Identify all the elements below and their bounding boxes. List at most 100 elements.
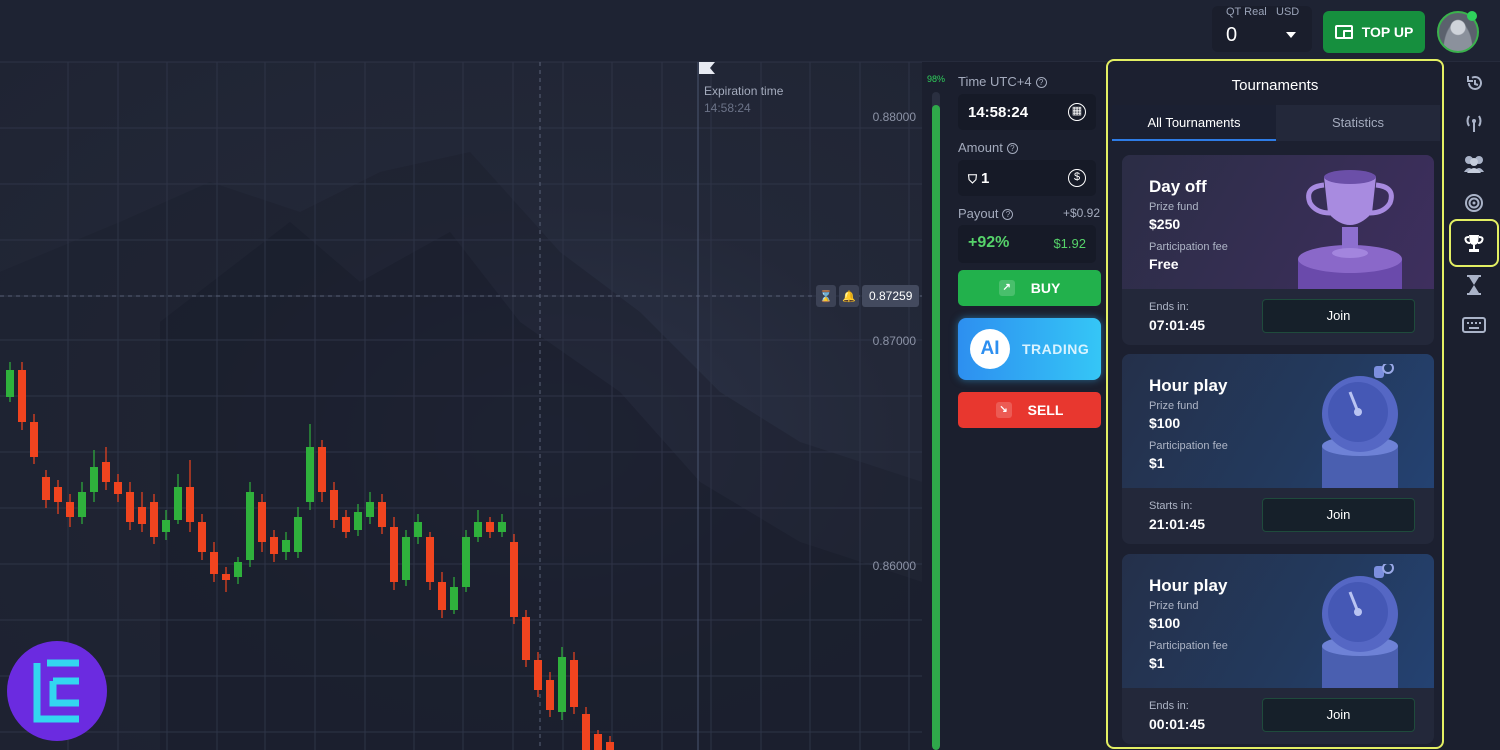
payout-gain: +$0.92: [1062, 206, 1100, 220]
hotkeys-button[interactable]: [1449, 301, 1499, 349]
candle-body: [486, 522, 494, 532]
participation-fee-label: Participation fee: [1149, 440, 1228, 452]
candle-body: [150, 502, 158, 537]
timer-icon[interactable]: ⌛: [816, 285, 836, 307]
tournaments-tabs: All Tournaments Statistics: [1112, 105, 1440, 141]
trophy-icon: [1464, 235, 1484, 252]
candle-body: [174, 487, 182, 520]
candle-body: [30, 422, 38, 457]
history-icon: [1467, 76, 1482, 90]
amount-value: 1: [981, 170, 990, 187]
tournament-card[interactable]: Hour play Prize fund $100 Participation …: [1122, 554, 1434, 744]
candle-body: [306, 447, 314, 502]
sentiment-bar: [932, 92, 940, 750]
sell-label: SELL: [1027, 402, 1064, 418]
join-button[interactable]: Join: [1262, 299, 1415, 333]
candle-body: [186, 487, 194, 522]
price-tick: 0.88000: [872, 110, 916, 124]
prize-fund-label: Prize fund: [1149, 201, 1199, 213]
candle-body: [474, 522, 482, 537]
tournament-name: Hour play: [1149, 576, 1228, 595]
brand-logo: [7, 641, 107, 741]
candle-body: [210, 552, 218, 574]
candle-body: [558, 657, 566, 712]
ai-trading-button[interactable]: AI TRADING: [958, 318, 1101, 380]
help-icon[interactable]: ?: [1035, 77, 1047, 88]
price-chart[interactable]: Expiration time 14:58:24 0.88000 0.87000…: [0, 62, 922, 750]
prize-fund-value: $100: [1149, 415, 1181, 431]
amount-label-row: Amount?: [958, 140, 1018, 155]
payout-box: +92% $1.92: [958, 225, 1096, 263]
chevron-down-icon[interactable]: [1286, 32, 1296, 38]
time-remaining: 07:01:45: [1149, 317, 1206, 333]
tournaments-button[interactable]: [1449, 219, 1499, 267]
time-value: 14:58:24: [968, 104, 1029, 121]
tournament-card[interactable]: Hour play Prize fund $100 Participation …: [1122, 354, 1434, 544]
candle-body: [222, 574, 230, 580]
ai-trading-label: TRADING: [1022, 341, 1090, 357]
time-status-label: Ends in:: [1149, 301, 1189, 313]
participation-fee-label: Participation fee: [1149, 640, 1228, 652]
account-selector[interactable]: QT Real USD 0: [1212, 6, 1312, 52]
time-remaining: 00:01:45: [1149, 716, 1206, 732]
top-bar: QT Real USD 0 TOP UP: [0, 0, 1500, 62]
candle-body: [54, 487, 62, 502]
tab-statistics[interactable]: Statistics: [1276, 105, 1440, 141]
sell-button[interactable]: ↘ SELL: [958, 392, 1101, 428]
candle-body: [462, 537, 470, 587]
candle-body: [234, 562, 242, 577]
expiration-time: 14:58:24: [704, 101, 751, 115]
tab-all-tournaments[interactable]: All Tournaments: [1112, 105, 1276, 141]
time-remaining: 21:01:45: [1149, 516, 1206, 532]
candle-body: [330, 490, 338, 520]
app-root: QT Real USD 0 TOP UP Expiration time 14:…: [0, 0, 1500, 750]
social-trading-icon: [1464, 156, 1484, 173]
candle-body: [366, 502, 374, 517]
candle-body: [570, 660, 578, 707]
signals-icon: [1466, 115, 1482, 132]
keyboard-icon: [1462, 317, 1486, 333]
participation-fee-label: Participation fee: [1149, 241, 1228, 253]
help-icon[interactable]: ?: [1002, 209, 1014, 220]
candlestick-chart: [0, 62, 922, 750]
dollar-icon[interactable]: $: [1068, 169, 1086, 187]
account-type-label: QT Real: [1226, 6, 1267, 18]
top-up-button[interactable]: TOP UP: [1323, 11, 1425, 53]
tournament-card[interactable]: Day off Prize fund $250 Participation fe…: [1122, 155, 1434, 345]
wallet-icon: [1334, 25, 1353, 39]
bell-icon[interactable]: 🔔: [839, 285, 859, 307]
calendar-icon[interactable]: ▦: [1068, 103, 1086, 121]
candle-body: [354, 512, 362, 530]
currency-label: USD: [1276, 6, 1300, 18]
payout-percent: +92%: [968, 234, 1010, 251]
payout-label-row: Payout?: [958, 206, 1014, 221]
prize-fund-label: Prize fund: [1149, 400, 1199, 412]
prize-fund-value: $250: [1149, 216, 1181, 232]
amount-field[interactable]: ⛉ 1 $: [958, 160, 1096, 196]
help-icon[interactable]: ?: [1006, 143, 1018, 154]
tournaments-panel: Tournaments All Tournaments Statistics D…: [1106, 59, 1444, 749]
join-button[interactable]: Join: [1262, 498, 1415, 532]
ai-badge: AI: [970, 329, 1010, 369]
candle-body: [198, 522, 206, 552]
sentiment-percent: 98%: [927, 74, 946, 84]
time-status-label: Ends in:: [1149, 700, 1189, 712]
candle-body: [282, 540, 290, 552]
mountain-backdrop: [0, 152, 922, 750]
buy-button[interactable]: ↗ BUY: [958, 270, 1101, 306]
shield-icon: ⛉: [968, 172, 978, 186]
candle-body: [582, 714, 590, 750]
current-price-controls: ⌛ 🔔 0.87259: [816, 285, 920, 307]
prize-fund-value: $100: [1149, 615, 1181, 631]
expiration-time-field[interactable]: 14:58:24 ▦: [958, 94, 1096, 130]
logo-icon: [33, 659, 79, 723]
candle-body: [546, 680, 554, 710]
target-icon: [1465, 194, 1483, 212]
participation-fee-value: $1: [1149, 655, 1165, 671]
participation-fee-value: Free: [1149, 256, 1179, 272]
candle-body: [594, 734, 602, 750]
candle-body: [138, 507, 146, 524]
candle-body: [102, 462, 110, 482]
join-button[interactable]: Join: [1262, 698, 1415, 732]
candle-body: [342, 517, 350, 532]
